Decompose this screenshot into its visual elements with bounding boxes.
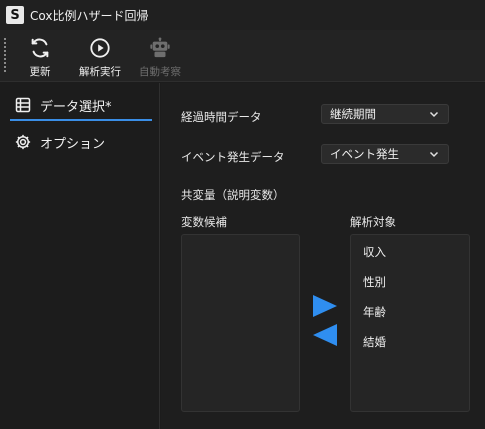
event-data-value: イベント発生 [330, 147, 399, 161]
list-item[interactable]: 収入 [363, 244, 386, 260]
candidates-list[interactable] [181, 234, 300, 412]
refresh-label: 更新 [29, 66, 51, 78]
chevron-down-icon [429, 111, 439, 118]
gear-icon [14, 133, 32, 151]
sidebar: データ選択* オプション [0, 83, 160, 429]
refresh-icon [28, 36, 52, 60]
sidebar-item-label: オプション [40, 136, 106, 152]
run-analysis-button[interactable]: 解析実行 [77, 36, 123, 80]
table-icon [14, 96, 32, 114]
covariates-label: 共変量（説明変数） [181, 188, 285, 202]
targets-label: 解析対象 [350, 215, 396, 229]
duration-data-value: 継続期間 [330, 107, 376, 121]
main-panel: 経過時間データ 継続期間 イベント発生データ イベント発生 共変量（説明変数） … [161, 83, 485, 429]
robot-icon [148, 36, 172, 60]
event-data-select[interactable]: イベント発生 [321, 144, 449, 164]
app-logo-icon: S [6, 6, 24, 24]
title-bar: S Cox比例ハザード回帰 [0, 0, 485, 30]
toolbar: 更新 解析実行 自動考察 [0, 30, 485, 82]
candidates-label: 変数候補 [181, 215, 227, 229]
duration-data-select[interactable]: 継続期間 [321, 104, 449, 124]
duration-data-label: 経過時間データ [181, 110, 262, 124]
move-left-arrow-icon[interactable] [312, 323, 338, 347]
sidebar-item-options[interactable]: オプション [10, 127, 152, 157]
list-item[interactable]: 結婚 [363, 334, 386, 350]
run-analysis-label: 解析実行 [79, 66, 121, 78]
window-title: Cox比例ハザード回帰 [30, 8, 149, 23]
sidebar-item-label: データ選択* [40, 99, 112, 115]
targets-list[interactable]: 収入 性別 年齢 結婚 [350, 234, 470, 412]
auto-discussion-label: 自動考察 [139, 66, 181, 78]
list-item[interactable]: 性別 [363, 274, 386, 290]
auto-discussion-button[interactable]: 自動考察 [137, 36, 183, 80]
move-right-arrow-icon[interactable] [312, 294, 338, 318]
event-data-label: イベント発生データ [181, 150, 285, 164]
toolbar-grip[interactable] [4, 38, 6, 74]
sidebar-item-data-selection[interactable]: データ選択* [10, 91, 152, 121]
play-icon [88, 36, 112, 60]
chevron-down-icon [429, 151, 439, 158]
refresh-button[interactable]: 更新 [28, 36, 52, 80]
list-item[interactable]: 年齢 [363, 304, 386, 320]
